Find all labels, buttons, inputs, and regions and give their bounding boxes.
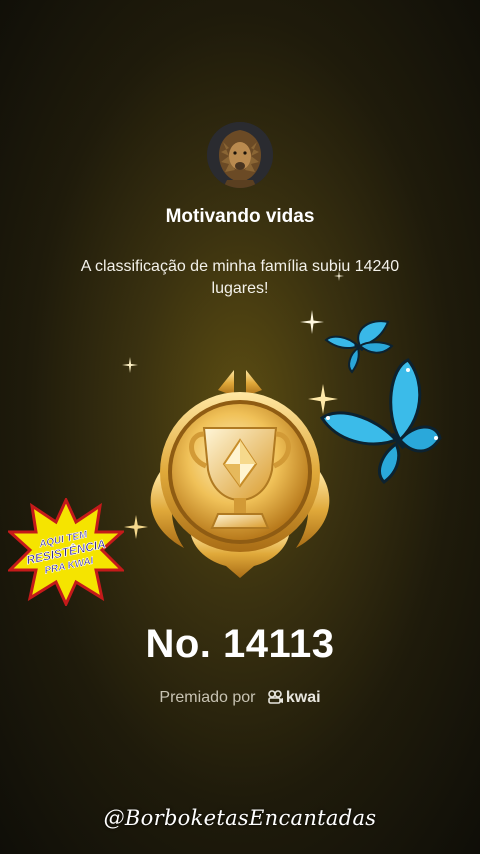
- watermark: @BorboketasEncantadas: [103, 806, 377, 830]
- promo-sticker: AQUI TEM RESISTÊNCIA PRA KWAI: [8, 498, 124, 606]
- sparkle-icon: [300, 310, 324, 334]
- avatar[interactable]: [207, 122, 273, 188]
- kwai-brand: kwai: [285, 689, 321, 706]
- lion-avatar-icon: [207, 122, 273, 188]
- kwai-icon: [268, 690, 283, 704]
- sparkle-icon: [334, 271, 344, 281]
- gold-trophy-badge-icon: [150, 370, 330, 578]
- butterfly-icon: [319, 358, 442, 484]
- rank-number: No. 14113: [145, 622, 335, 666]
- profile-name: Motivando vidas: [165, 206, 315, 227]
- awarded-by: Premiado por kwai: [0, 689, 480, 707]
- kwai-logo: kwai: [268, 689, 321, 707]
- rank-message: A classificação de minha família subiu 1…: [80, 258, 400, 297]
- awarded-label: Premiado por: [159, 689, 256, 706]
